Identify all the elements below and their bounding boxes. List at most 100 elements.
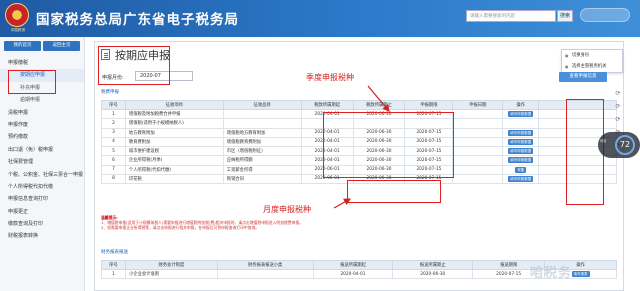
tax-cell-item: 印花税	[124, 173, 224, 185]
network-speed-widget[interactable]: 网速 72	[598, 132, 640, 158]
tax-emblem-logo	[5, 3, 29, 27]
fin-cell-system: 小企业会计准则	[124, 268, 218, 280]
search-button[interactable]: 搜索	[557, 10, 573, 22]
tax-cell-no: 7	[101, 164, 126, 175]
tax-cell-no: 2	[101, 118, 126, 129]
sidebar-item[interactable]: 申报缴税	[0, 57, 84, 69]
search-input[interactable]: 请输入需要搜索的内容	[466, 10, 556, 22]
tax-cell-no: 8	[101, 173, 126, 185]
fin-col-header: 财务会计制度	[124, 260, 218, 270]
tips-line-2: 2、如需要申报企业所得税等，请点击申报进行相关申报，在申报后可到申报查询打印中查…	[101, 225, 260, 230]
sidebar-item[interactable]: 社保费管理	[0, 156, 84, 168]
tax-cell-op: 填写申报数据	[502, 108, 540, 120]
tax-cell-item: 教育费附加	[124, 136, 224, 148]
tax-cell-op: 填写申报数据	[502, 127, 540, 138]
tax-cell-op	[502, 118, 540, 129]
home-button[interactable]: 我的首页	[4, 41, 41, 51]
tax-col-header: 申报期限	[404, 100, 454, 110]
tax-cell-no: 5	[101, 145, 126, 157]
tax-cell-item: 企业所得税(月季)	[124, 155, 224, 166]
sidebar-item[interactable]: 预约缴款	[0, 131, 84, 143]
watermark: 咱税务	[530, 266, 573, 281]
refresh-icon[interactable]: ⟳	[612, 103, 624, 116]
sidebar-item[interactable]: 个税、公积金、社保三票合一申报	[0, 169, 84, 181]
tax-cell-sub: 增值税地方教育附加	[222, 127, 302, 138]
back-button[interactable]: 返回主页	[43, 41, 80, 51]
fin-cell-end: 2020-06-30	[392, 268, 474, 280]
highlight-box-monthly	[347, 180, 441, 203]
menu-item-select-tax-authority[interactable]: 选择主管税务机关	[562, 61, 622, 72]
tax-cell-item: 增值税及附加税费合并申报	[124, 108, 224, 120]
sidebar-item[interactable]: 个人所得税代扣代缴	[0, 181, 84, 193]
widget-value: 72	[615, 135, 635, 155]
sidebar-item[interactable]: 申报更正	[0, 206, 84, 218]
tax-cell-item: 地方教育附加	[124, 127, 224, 138]
highlight-box-main-title	[98, 46, 170, 85]
tax-cell-op: 填写申报数据	[502, 173, 540, 185]
tax-cell-no: 3	[101, 127, 126, 138]
tax-col-header: 税款所属期起	[300, 100, 354, 110]
annotation-monthly: 月度申报税种	[263, 205, 311, 214]
tax-cell-item: 增值税(适用于小规模纳税人)	[124, 118, 224, 129]
site-title: 国家税务总局广东省电子税务局	[36, 12, 239, 28]
tax-cell-date	[452, 145, 504, 157]
declare-button[interactable]: 填写申报数据	[508, 111, 534, 118]
tax-col-header: 申报日期	[452, 100, 504, 110]
refresh-icon[interactable]: ⟳	[612, 116, 624, 129]
tax-col-header: 征收品目	[222, 100, 302, 110]
fin-col-header: 财务报表报送小类	[216, 260, 314, 270]
tax-section-title: 税费申报	[101, 90, 119, 95]
tax-cell-op: 填写申报数据	[502, 136, 540, 148]
sidebar-item[interactable]: 缴款查询及打印	[0, 218, 84, 230]
highlight-box-operations	[566, 99, 604, 205]
annotation-quarterly: 季度申报税种	[306, 73, 354, 82]
sidebar-item[interactable]: 申报作废	[0, 119, 84, 131]
tax-cell-date	[452, 173, 504, 185]
declare-button[interactable]: 填写申报数据	[508, 148, 534, 155]
sidebar-item[interactable]: 逾期申报	[0, 94, 84, 106]
tax-col-header: 序号	[101, 100, 126, 110]
highlight-box-sidebar	[8, 70, 56, 94]
refresh-icon[interactable]: ⟳	[612, 90, 624, 103]
declare-button[interactable]: 填写申报数据	[508, 138, 534, 145]
tax-cell-no: 4	[101, 136, 126, 148]
tax-cell-date	[452, 127, 504, 138]
declare-button[interactable]: 填写申报数据	[508, 157, 534, 164]
sidebar-item[interactable]: 清税申报	[0, 107, 84, 119]
tax-cell-op: 填写申报数据	[502, 145, 540, 157]
declare-button[interactable]: 填写申报数据	[508, 175, 534, 182]
tax-cell-date	[452, 155, 504, 166]
tax-cell-date	[452, 118, 504, 129]
widget-label: 网速	[600, 139, 607, 143]
tax-cell-no: 6	[101, 155, 126, 166]
query-button[interactable]: 查看申报信息	[559, 72, 607, 82]
tax-cell-date	[452, 164, 504, 175]
user-avatar-chip[interactable]	[580, 8, 630, 22]
tax-cell-item: 个人所得税(代扣代缴)	[124, 164, 224, 175]
sidebar-item[interactable]: 财税报表转换	[0, 230, 84, 242]
top-header: 中国税务 国家税务总局广东省电子税务局 请输入需要搜索的内容 搜索	[0, 0, 640, 37]
tax-cell-sub	[222, 108, 302, 120]
tax-cell-sub: 购销合同	[222, 173, 302, 185]
fin-cell-no: 1	[101, 268, 126, 280]
menu-item-switch-identity[interactable]: 切换身份	[562, 50, 622, 61]
tax-cell-sub: 增值税教育费附加	[222, 136, 302, 148]
sidebar-item[interactable]: 出口退（免）税申报	[0, 144, 84, 156]
highlight-box-quarterly	[323, 112, 454, 178]
declare-button[interactable]: 采集	[515, 166, 527, 173]
financial-section-title: 财务报表报送	[101, 250, 128, 255]
logo-subtitle: 中国税务	[10, 28, 26, 32]
fin-cell-start: 2020-04-01	[312, 268, 394, 280]
fin-cell-type	[216, 268, 314, 280]
tax-cell-sub: 工资薪金所得	[222, 164, 302, 175]
fin-col-header: 报送所属期止	[392, 260, 474, 270]
tax-cell-sub: 应纳税所得额	[222, 155, 302, 166]
tips-note: 温馨提示: 1、增值税申报(适用于小规模纳税人)需要申报进行增值税附加税(费)相…	[101, 215, 441, 230]
declare-button[interactable]: 填写申报数据	[508, 129, 534, 136]
fill-report-button[interactable]: 填写报表	[571, 271, 590, 278]
sidebar-item[interactable]: 申报信息查询打印	[0, 193, 84, 205]
tax-cell-op: 填写申报数据	[502, 155, 540, 166]
tax-col-header: 税款所属期止	[352, 100, 406, 110]
tax-col-header: 操作	[502, 100, 540, 110]
fin-col-header: 报送所属期起	[312, 260, 394, 270]
